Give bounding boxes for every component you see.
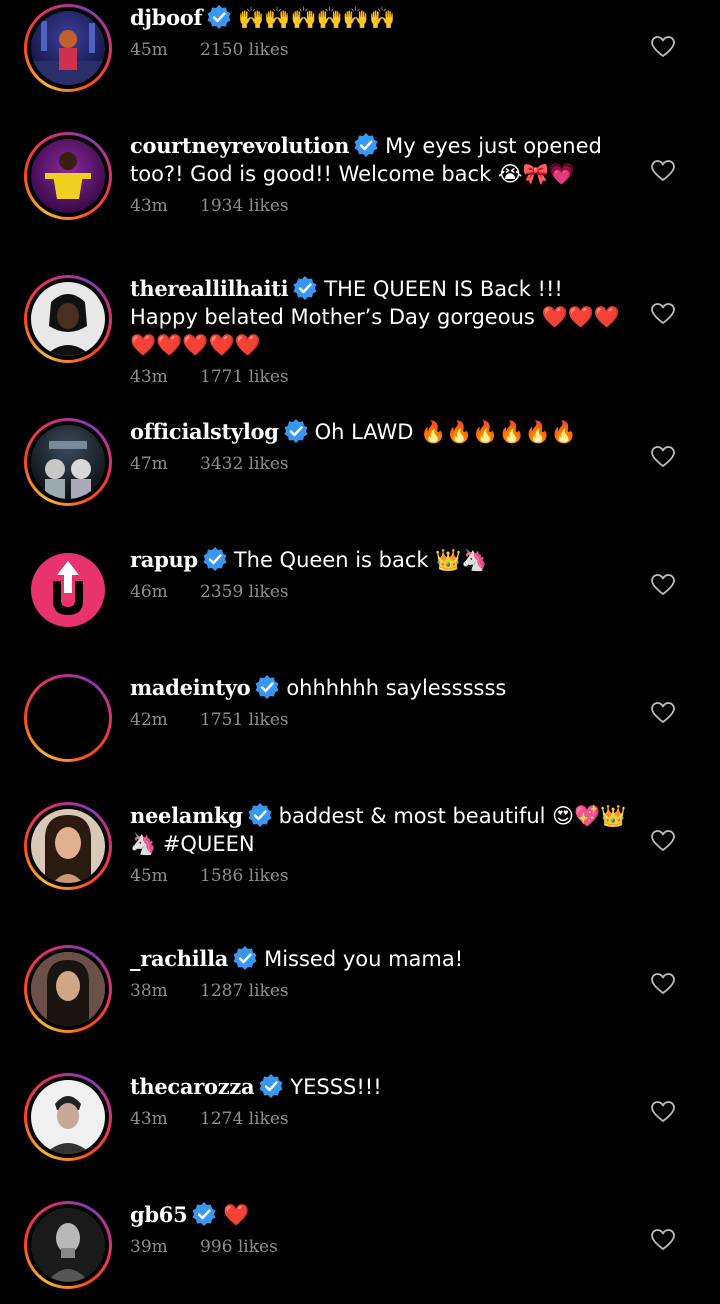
verified-badge-icon (207, 5, 231, 29)
avatar[interactable] (31, 952, 105, 1026)
comment-username[interactable]: courtneyrevolution (130, 133, 349, 158)
comment-likes[interactable]: 1287 likes (200, 981, 289, 1001)
avatar[interactable] (31, 809, 105, 883)
comment-time: 43m (130, 367, 168, 387)
avatar[interactable] (31, 681, 105, 755)
avatar[interactable] (31, 139, 105, 213)
comment-username[interactable]: neelamkg (130, 803, 243, 828)
comment-time: 45m (130, 40, 168, 60)
verified-badge-icon (284, 419, 308, 443)
heart-outline-icon[interactable] (650, 158, 676, 184)
avatar-ring[interactable] (24, 674, 112, 762)
verified-badge-icon (203, 547, 227, 571)
comment-text: Oh LAWD 🔥🔥🔥🔥🔥🔥 (314, 420, 578, 444)
avatar-ring[interactable] (24, 802, 112, 890)
heart-outline-icon[interactable] (650, 828, 676, 854)
verified-badge-icon (354, 133, 378, 157)
avatar-ring[interactable] (24, 1073, 112, 1161)
verified-badge-icon (293, 276, 317, 300)
comment-time: 45m (130, 866, 168, 886)
comment-text: YESSS!!! (290, 1075, 382, 1099)
comment-username[interactable]: thereallilhaiti (130, 276, 289, 301)
avatar[interactable] (31, 1080, 105, 1154)
comment-username[interactable]: thecarozza (130, 1074, 255, 1099)
avatar-ring[interactable] (24, 132, 112, 220)
comment-likes[interactable]: 1771 likes (200, 367, 289, 387)
comment-username[interactable]: madeintyo (130, 675, 251, 700)
verified-badge-icon (192, 1202, 216, 1226)
comment-text: The Queen is back 👑🦄 (233, 548, 488, 572)
heart-outline-icon[interactable] (650, 971, 676, 997)
avatar-ring[interactable] (24, 945, 112, 1033)
comment-likes[interactable]: 3432 likes (200, 454, 289, 474)
comment-likes[interactable]: 2359 likes (200, 582, 289, 602)
comment-text: ohhhhhh saylessssss (286, 676, 507, 700)
comment-text: 🙌🙌🙌🙌🙌🙌 (238, 6, 396, 30)
comment-likes[interactable]: 996 likes (200, 1237, 278, 1257)
avatar-ring[interactable] (24, 4, 112, 92)
comment-likes[interactable]: 1934 likes (200, 196, 289, 216)
comment-time: 39m (130, 1237, 168, 1257)
heart-outline-icon[interactable] (650, 700, 676, 726)
heart-outline-icon[interactable] (650, 1227, 676, 1253)
comment-username[interactable]: rapup (130, 547, 198, 572)
avatar-ring[interactable] (24, 1201, 112, 1289)
heart-outline-icon[interactable] (650, 1099, 676, 1125)
avatar[interactable] (31, 1208, 105, 1282)
heart-outline-icon[interactable] (650, 572, 676, 598)
comment-likes[interactable]: 1751 likes (200, 710, 289, 730)
heart-outline-icon[interactable] (650, 301, 676, 327)
avatar[interactable] (31, 553, 105, 627)
comment-username[interactable]: officialstylog (130, 419, 279, 444)
avatar-ring[interactable] (24, 418, 112, 506)
comment-time: 38m (130, 981, 168, 1001)
comment-likes[interactable]: 1586 likes (200, 866, 289, 886)
heart-outline-icon[interactable] (650, 444, 676, 470)
comment-username[interactable]: gb65 (130, 1202, 188, 1227)
comment-time: 47m (130, 454, 168, 474)
comment-text: Missed you mama! (264, 947, 464, 971)
verified-badge-icon (255, 675, 279, 699)
comments-list: djboof 🙌🙌🙌🙌🙌🙌 45m 2150 likes courtneyrevol… (0, 0, 720, 1304)
avatar[interactable] (31, 282, 105, 356)
comment-likes[interactable]: 1274 likes (200, 1109, 289, 1129)
comment-time: 46m (130, 582, 168, 602)
verified-badge-icon (233, 946, 257, 970)
comment-username[interactable]: djboof (130, 5, 203, 30)
comment-username[interactable]: _rachilla (130, 946, 228, 971)
verified-badge-icon (259, 1074, 283, 1098)
verified-badge-icon (248, 803, 272, 827)
comment-time: 42m (130, 710, 168, 730)
comment-likes[interactable]: 2150 likes (200, 40, 289, 60)
avatar[interactable] (31, 11, 105, 85)
comment-time: 43m (130, 1109, 168, 1129)
comment-text: ❤️ (223, 1203, 250, 1227)
comment-time: 43m (130, 196, 168, 216)
avatar[interactable] (31, 425, 105, 499)
heart-outline-icon[interactable] (650, 34, 676, 60)
avatar-ring[interactable] (24, 275, 112, 363)
